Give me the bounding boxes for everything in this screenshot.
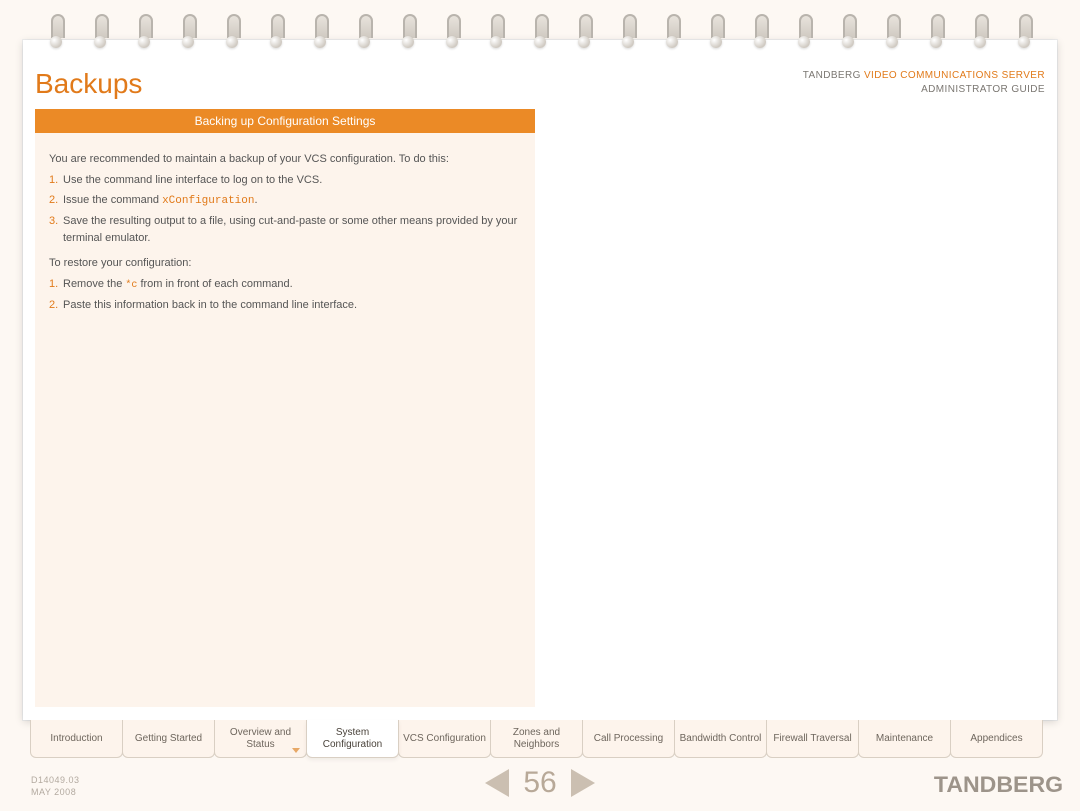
restore-intro: To restore your configuration: [49,255,521,272]
rstep-1-pre: Remove the [63,278,125,290]
prev-page-arrow-icon[interactable] [485,769,509,797]
tab-overview-and-status[interactable]: Overview and Status [214,720,307,758]
section-heading: Backing up Configuration Settings [35,109,535,133]
tab-getting-started[interactable]: Getting Started [122,720,215,758]
backup-steps: 1.Use the command line interface to log … [49,172,521,247]
tab-vcs-configuration[interactable]: VCS Configuration [398,720,491,758]
document-page: Backups TANDBERG VIDEO COMMUNICATIONS SE… [23,40,1057,720]
rstep-1-code: *c [125,280,137,291]
tab-system-configuration[interactable]: System Configuration [306,720,399,758]
rstep-2: Paste this information back in to the co… [63,299,357,311]
guide-subtitle: ADMINISTRATOR GUIDE [803,84,1045,95]
tab-introduction[interactable]: Introduction [30,720,123,758]
page-nav: 56 [0,766,1080,800]
chevron-down-icon [292,748,300,753]
page-number: 56 [523,766,556,800]
tab-maintenance[interactable]: Maintenance [858,720,951,758]
header-right: TANDBERG VIDEO COMMUNICATIONS SERVER ADM… [803,70,1045,95]
tandberg-logo: TANDBERG [934,772,1063,798]
step-1: Use the command line interface to log on… [63,174,322,186]
nav-tabs: IntroductionGetting StartedOverview and … [31,720,1043,758]
page-title: Backups [35,68,142,100]
tab-firewall-traversal[interactable]: Firewall Traversal [766,720,859,758]
tab-zones-and-neighbors[interactable]: Zones and Neighbors [490,720,583,758]
intro-text: You are recommended to maintain a backup… [49,151,521,168]
step-3: Save the resulting output to a file, usi… [63,215,517,244]
content-column: You are recommended to maintain a backup… [35,133,535,707]
brand-text: TANDBERG [803,70,861,81]
step-2-pre: Issue the command [63,194,162,206]
rstep-1-post: from in front of each command. [137,278,292,290]
tab-call-processing[interactable]: Call Processing [582,720,675,758]
step-2-code: xConfiguration [162,195,254,207]
next-page-arrow-icon[interactable] [571,769,595,797]
tab-appendices[interactable]: Appendices [950,720,1043,758]
tab-bandwidth-control[interactable]: Bandwidth Control [674,720,767,758]
product-text: VIDEO COMMUNICATIONS SERVER [864,70,1045,81]
spiral-binding [0,14,1080,54]
restore-steps: 1.Remove the *c from in front of each co… [49,276,521,314]
